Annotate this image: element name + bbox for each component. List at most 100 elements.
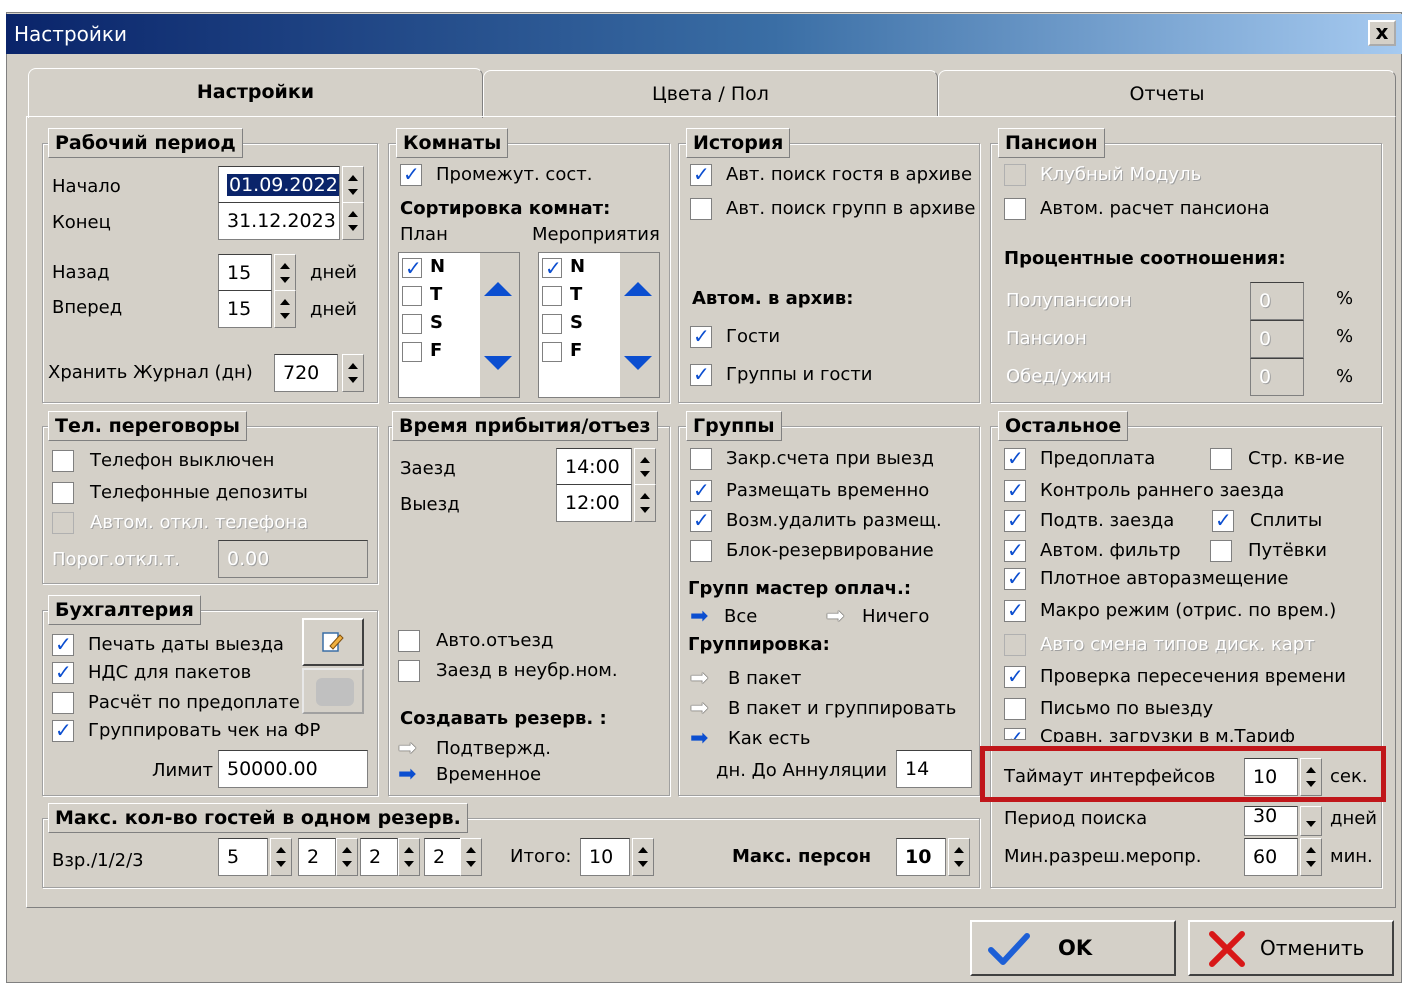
archive-guests-checkbox[interactable]: ✓ bbox=[690, 324, 712, 348]
child2-input[interactable]: 2 bbox=[360, 838, 398, 876]
ok-button[interactable]: OK bbox=[970, 920, 1176, 976]
plan-t-label: T bbox=[430, 284, 443, 305]
end-date-input[interactable]: 31.12.2023 bbox=[218, 202, 340, 240]
full-board-unit: % bbox=[1336, 326, 1354, 347]
vat-checkbox[interactable]: ✓ bbox=[52, 660, 74, 684]
back-days-input[interactable]: 15 bbox=[218, 254, 272, 292]
close-icon: x bbox=[1375, 20, 1389, 44]
early-checkin-label: Контроль раннего заезда bbox=[1040, 480, 1285, 501]
search-period-input[interactable]: 30 bbox=[1244, 806, 1298, 836]
place-temp-checkbox[interactable]: ✓ bbox=[690, 478, 712, 502]
macro-mode-checkbox[interactable]: ✓ bbox=[1004, 598, 1026, 622]
cancel-days-input[interactable]: 14 bbox=[896, 750, 972, 788]
dirty-room-checkbox[interactable] bbox=[398, 660, 420, 682]
plan-f-checkbox[interactable] bbox=[402, 342, 422, 362]
journal-days-spinner[interactable] bbox=[342, 354, 364, 392]
cancel-label: Отменить bbox=[1260, 936, 1365, 960]
events-f-checkbox[interactable] bbox=[542, 342, 562, 362]
nothing-arrow-icon[interactable]: ➡ bbox=[826, 606, 844, 628]
start-date-input[interactable]: 01.09.2022 bbox=[218, 166, 340, 204]
early-checkin-checkbox[interactable]: ✓ bbox=[1004, 478, 1026, 502]
prepayment-checkbox[interactable]: ✓ bbox=[1004, 446, 1026, 470]
confirmed-arrow-icon[interactable]: ➡ bbox=[398, 738, 416, 760]
departure-letter-checkbox[interactable] bbox=[1004, 698, 1026, 720]
tab-settings[interactable]: Настройки bbox=[28, 68, 483, 118]
block-checkbox[interactable] bbox=[690, 540, 712, 562]
min-event-spinner[interactable] bbox=[1300, 838, 1322, 876]
vouchers-checkbox[interactable] bbox=[1210, 540, 1232, 562]
prepay-calc-label: Расчёт по предоплате bbox=[88, 692, 300, 713]
archive-groups-checkbox[interactable]: ✓ bbox=[690, 362, 712, 386]
child3-input[interactable]: 2 bbox=[424, 838, 462, 876]
forward-label: Вперед bbox=[52, 297, 123, 318]
time-check-checkbox[interactable]: ✓ bbox=[1004, 664, 1026, 688]
total-spinner[interactable] bbox=[632, 838, 654, 876]
child2-spinner[interactable] bbox=[398, 838, 420, 876]
phone-deposits-checkbox[interactable] bbox=[52, 482, 74, 504]
checkout-time-input[interactable]: 12:00 bbox=[556, 484, 632, 522]
edit-button[interactable] bbox=[302, 618, 364, 666]
can-delete-checkbox[interactable]: ✓ bbox=[690, 508, 712, 532]
plan-n-checkbox[interactable]: ✓ bbox=[402, 256, 422, 280]
tab-reports[interactable]: Отчеты bbox=[938, 70, 1396, 116]
forward-days-input[interactable]: 15 bbox=[218, 290, 272, 328]
auto-board-checkbox[interactable] bbox=[1004, 198, 1026, 220]
checkin-time-input[interactable]: 14:00 bbox=[556, 448, 632, 486]
search-period-spinner[interactable] bbox=[1300, 806, 1322, 836]
group-receipt-checkbox[interactable]: ✓ bbox=[52, 718, 74, 742]
splits-checkbox[interactable]: ✓ bbox=[1212, 508, 1234, 532]
max-persons-input[interactable]: 10 bbox=[896, 838, 946, 876]
events-move-up-icon[interactable] bbox=[624, 282, 652, 296]
guest-search-checkbox[interactable]: ✓ bbox=[690, 162, 712, 186]
child3-spinner[interactable] bbox=[460, 838, 482, 876]
close-button[interactable]: x bbox=[1368, 20, 1396, 46]
dense-placement-checkbox[interactable]: ✓ bbox=[1004, 566, 1026, 590]
compare-checkbox[interactable]: ✓ bbox=[1004, 728, 1026, 740]
limit-input[interactable]: 50000.00 bbox=[218, 750, 368, 788]
phone-off-checkbox[interactable] bbox=[52, 450, 74, 472]
adults-spinner[interactable] bbox=[270, 838, 292, 876]
auto-departure-checkbox[interactable] bbox=[398, 630, 420, 652]
end-label: Конец bbox=[52, 212, 111, 233]
group-search-checkbox[interactable] bbox=[690, 198, 712, 220]
min-event-input[interactable]: 60 bbox=[1244, 838, 1298, 876]
end-date-spinner[interactable] bbox=[342, 202, 364, 240]
lunch-dinner-unit: % bbox=[1336, 366, 1354, 387]
cancel-button[interactable]: Отменить bbox=[1188, 920, 1394, 976]
start-date-spinner[interactable] bbox=[342, 166, 364, 204]
total-input[interactable]: 10 bbox=[580, 838, 630, 876]
all-arrow-icon[interactable]: ➡ bbox=[690, 606, 708, 628]
child1-spinner[interactable] bbox=[336, 838, 358, 876]
adults-input[interactable]: 5 bbox=[218, 838, 268, 876]
plan-t-checkbox[interactable] bbox=[402, 286, 422, 306]
print-dates-checkbox[interactable]: ✓ bbox=[52, 632, 74, 656]
close-accounts-checkbox[interactable] bbox=[690, 448, 712, 470]
archive-guests-label: Гости bbox=[726, 326, 781, 347]
events-s-checkbox[interactable] bbox=[542, 314, 562, 334]
checkin-time-spinner[interactable] bbox=[634, 448, 656, 486]
events-n-label: N bbox=[570, 256, 586, 277]
max-persons-spinner[interactable] bbox=[948, 838, 970, 876]
intermediate-checkbox[interactable]: ✓ bbox=[400, 162, 422, 186]
package-arrow-icon[interactable]: ➡ bbox=[690, 668, 708, 690]
checkout-time-spinner[interactable] bbox=[634, 484, 656, 522]
plan-s-checkbox[interactable] bbox=[402, 314, 422, 334]
as-is-arrow-icon[interactable]: ➡ bbox=[690, 728, 708, 750]
tab-colors[interactable]: Цвета / Пол bbox=[483, 70, 938, 116]
temporary-arrow-icon[interactable]: ➡ bbox=[398, 764, 416, 786]
child1-input[interactable]: 2 bbox=[298, 838, 336, 876]
str-checkbox[interactable] bbox=[1210, 448, 1232, 470]
package-group-arrow-icon[interactable]: ➡ bbox=[690, 698, 708, 720]
forward-days-spinner[interactable] bbox=[274, 290, 296, 328]
journal-days-input[interactable]: 720 bbox=[274, 354, 338, 392]
accounting-title: Бухгалтерия bbox=[48, 595, 201, 625]
back-days-spinner[interactable] bbox=[274, 254, 296, 292]
events-move-down-icon[interactable] bbox=[624, 356, 652, 370]
plan-move-up-icon[interactable] bbox=[484, 282, 512, 296]
prepay-calc-checkbox[interactable] bbox=[52, 692, 74, 714]
confirm-checkin-checkbox[interactable]: ✓ bbox=[1004, 508, 1026, 532]
plan-move-down-icon[interactable] bbox=[484, 356, 512, 370]
auto-filter-checkbox[interactable]: ✓ bbox=[1004, 538, 1026, 562]
events-n-checkbox[interactable]: ✓ bbox=[542, 256, 562, 280]
events-t-checkbox[interactable] bbox=[542, 286, 562, 306]
